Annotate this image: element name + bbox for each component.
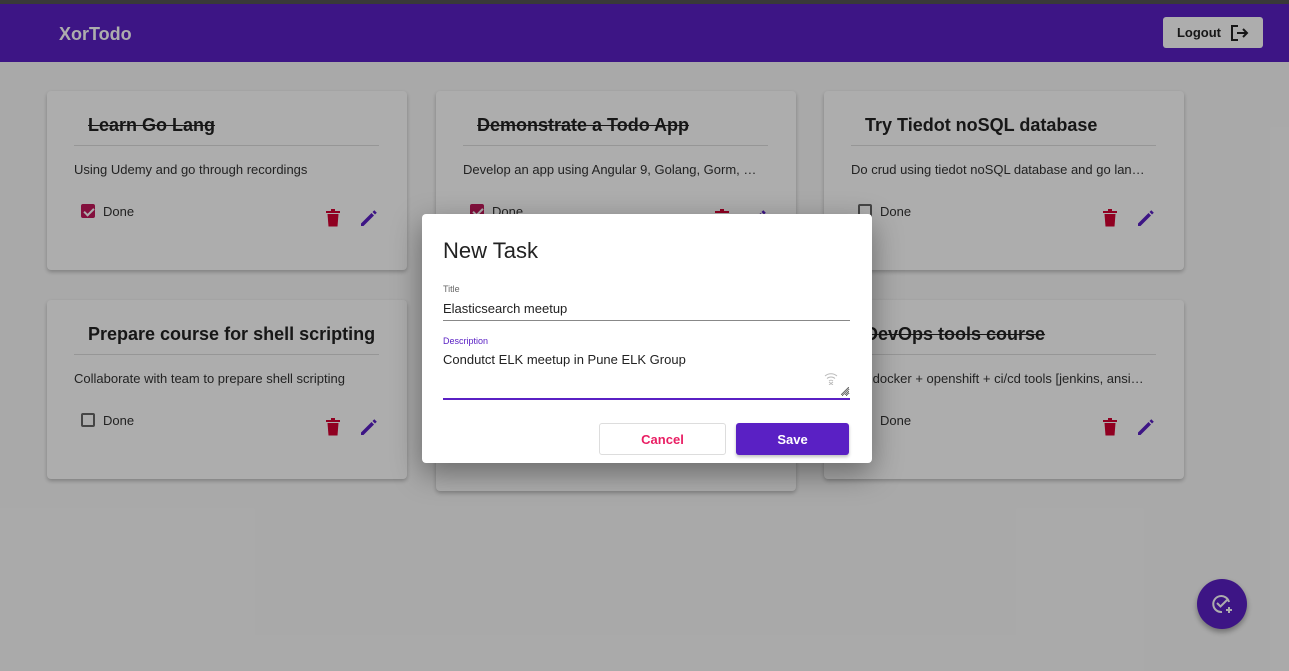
description-field-label: Description — [443, 336, 489, 346]
resize-grip-icon[interactable] — [841, 387, 849, 395]
cancel-button[interactable]: Cancel — [599, 423, 726, 455]
description-underline — [443, 398, 850, 400]
dialog-title: New Task — [443, 238, 538, 263]
title-field-label: Title — [443, 284, 460, 294]
title-underline — [443, 320, 850, 321]
description-textarea[interactable]: Condutct ELK meetup in Pune ELK Group — [443, 352, 850, 397]
title-input[interactable] — [443, 299, 850, 317]
new-task-dialog: New Task Title Description Condutct ELK … — [422, 214, 872, 463]
save-button[interactable]: Save — [736, 423, 849, 455]
wifi-off-icon — [824, 373, 838, 385]
